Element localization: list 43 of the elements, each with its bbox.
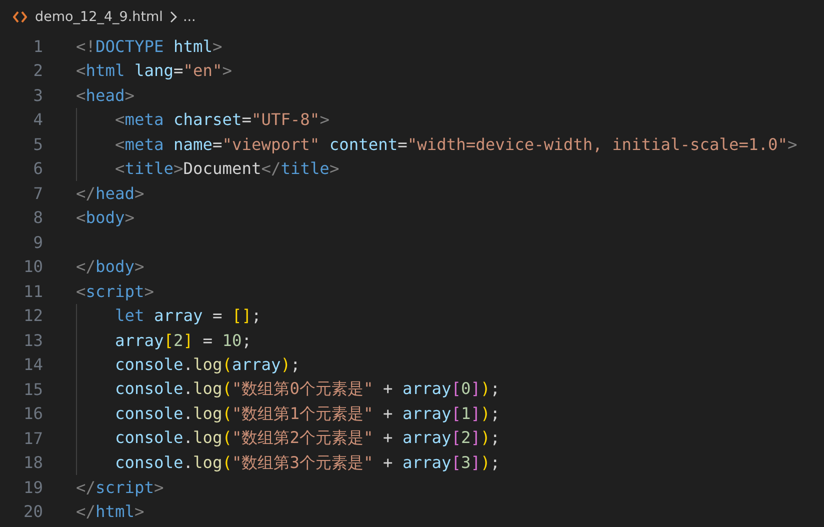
line-number: 14 <box>22 355 43 374</box>
line-number: 16 <box>22 404 43 424</box>
code-line: <!DOCTYPE html> <box>76 36 222 56</box>
code-line: </body> <box>76 257 144 276</box>
code-line: <meta name="viewport" content="width=device-width, initial-scale=1.0"> <box>115 134 798 154</box>
line-number: 6 <box>32 159 43 178</box>
line-number: 1 <box>32 36 43 56</box>
code-line: console.log("数组第2个元素是" + array[2]); <box>115 427 500 450</box>
code-line: console.log("数组第1个元素是" + array[1]); <box>115 402 500 425</box>
code-line: console.log("数组第3个元素是" + array[3]); <box>115 452 500 474</box>
code-line: array[2] = 10; <box>115 330 252 350</box>
line-number: 18 <box>22 453 43 472</box>
line-number: 10 <box>22 257 43 276</box>
code-line: </head> <box>76 184 144 203</box>
line-number: 19 <box>22 478 43 497</box>
line-number: 7 <box>32 184 43 203</box>
line-number: 3 <box>32 86 43 105</box>
code-line: <html lang="en"> <box>76 61 232 80</box>
line-number: 11 <box>22 282 43 301</box>
code-brackets-icon <box>13 11 27 23</box>
line-number: 12 <box>22 306 43 326</box>
line-number: 5 <box>32 134 43 154</box>
code-line: <meta charset="UTF-8"> <box>115 110 330 130</box>
code-line: </html> <box>76 502 144 522</box>
code-line: <title>Document</title> <box>115 159 340 178</box>
line-number: 8 <box>32 208 43 228</box>
code-line: <head> <box>76 86 134 105</box>
code-line: </script> <box>76 478 164 497</box>
file-breadcrumb[interactable]: demo_12_4_9.html <box>35 9 163 25</box>
code-line: <script> <box>76 282 154 301</box>
code-line: console.log(array); <box>115 355 300 374</box>
line-number: 15 <box>22 380 43 399</box>
line-number: 4 <box>32 110 43 130</box>
symbol-breadcrumb[interactable]: ... <box>182 9 196 25</box>
line-number: 13 <box>22 330 43 350</box>
code-line: console.log("数组第0个元素是" + array[0]); <box>115 378 500 400</box>
code-line: let array = []; <box>115 306 262 326</box>
line-number: 20 <box>22 502 43 522</box>
line-number: 9 <box>32 232 43 252</box>
line-number: 2 <box>32 61 43 80</box>
code-line: <body> <box>76 208 134 228</box>
chevron-right-icon <box>168 11 177 23</box>
line-number: 17 <box>22 428 43 448</box>
